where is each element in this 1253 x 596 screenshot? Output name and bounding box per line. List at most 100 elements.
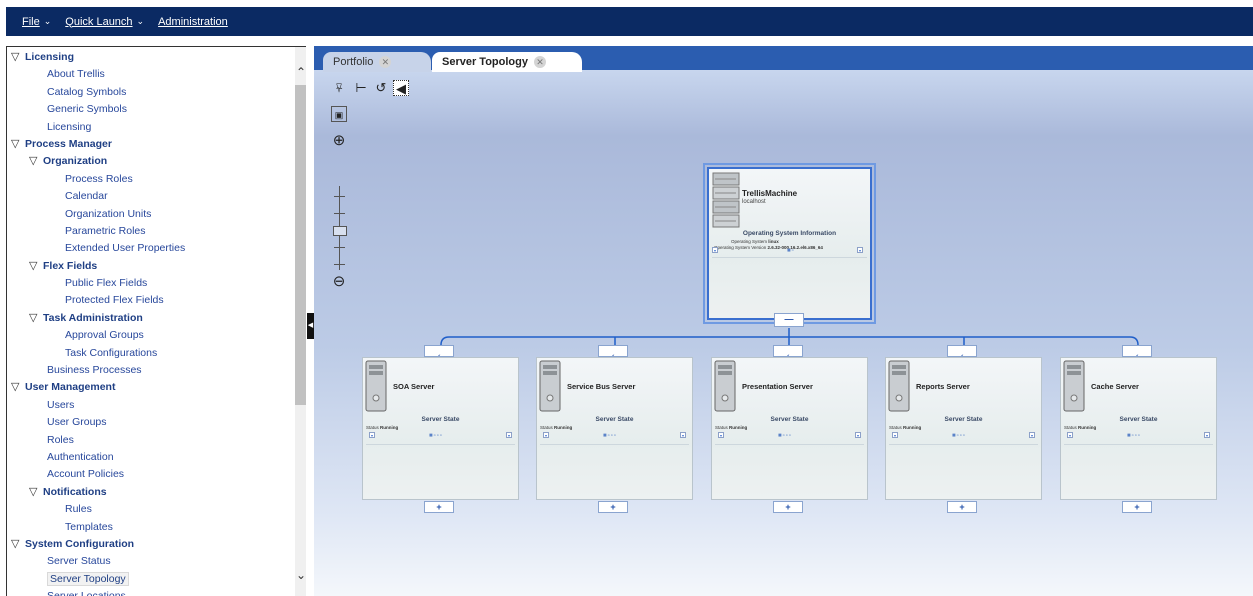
nav-item-user-management[interactable]: ▽ User Management (7, 379, 297, 396)
page-dots: ■▫▫▫ (429, 433, 444, 439)
expand-triangle-icon[interactable]: ▽ (11, 536, 25, 553)
menu-quick-launch[interactable]: Quick Launch ⌄ (65, 16, 144, 28)
expand-button[interactable]: + (424, 501, 454, 513)
nav-item-notifications[interactable]: ▽ Notifications (7, 484, 297, 501)
scroll-left-icon[interactable]: ▾ (712, 247, 718, 253)
scroll-right-icon[interactable]: ▾ (1029, 432, 1035, 438)
connector-anchor[interactable]: ˏ (598, 345, 628, 357)
nav-item-account-policies[interactable]: Account Policies (7, 466, 297, 483)
server-node[interactable]: Service Bus Server Server State Status Run… (536, 357, 693, 500)
nav-item-licensing[interactable]: Licensing (7, 119, 297, 136)
nav-item-process-manager[interactable]: ▽ Process Manager (7, 136, 297, 153)
expand-triangle-icon[interactable]: ▽ (11, 136, 25, 153)
nav-item-calendar[interactable]: Calendar (7, 188, 297, 205)
server-node[interactable]: Presentation Server Server State Status Ru… (711, 357, 868, 500)
scroll-left-icon[interactable]: ▾ (543, 432, 549, 438)
menu-bar: File ⌄ Quick Launch ⌄ Administration (6, 7, 1253, 36)
nav-item-system-configuration[interactable]: ▽ System Configuration (7, 536, 297, 553)
nav-item-protected-flex-fields[interactable]: Protected Flex Fields (7, 292, 297, 309)
menu-administration[interactable]: Administration (158, 16, 228, 28)
expand-triangle-icon[interactable]: ▽ (11, 49, 25, 66)
nav-item-server-topology[interactable]: Server Topology (7, 571, 297, 588)
server-node[interactable]: Reports Server Server State Status Running… (885, 357, 1042, 500)
expand-triangle-icon[interactable]: ▽ (29, 153, 43, 170)
machine-title: TrellisMachine (742, 189, 798, 198)
scroll-left-icon[interactable]: ▾ (718, 432, 724, 438)
nav-item-generic-symbols[interactable]: Generic Symbols (7, 101, 297, 118)
nav-item-server-status[interactable]: Server Status (7, 553, 297, 570)
nav-item-label: Organization Units (65, 207, 152, 220)
nav-item-licensing[interactable]: ▽ Licensing (7, 49, 297, 66)
nav-item-label: Task Configurations (65, 346, 158, 359)
nav-item-label: Public Flex Fields (65, 277, 148, 290)
scroll-left-icon[interactable]: ▾ (892, 432, 898, 438)
status-label: Status (366, 425, 379, 430)
server-node[interactable]: Cache Server Server State Status Running ▾ ▾… (1060, 357, 1217, 500)
divider (366, 444, 515, 445)
nav-item-catalog-symbols[interactable]: Catalog Symbols (7, 84, 297, 101)
scroll-right-icon[interactable]: ▾ (680, 432, 686, 438)
nav-item-user-groups[interactable]: User Groups (7, 414, 297, 431)
nav-item-label: Account Policies (47, 468, 125, 481)
nav-item-extended-user-properties[interactable]: Extended User Properties (7, 240, 297, 257)
expand-button[interactable]: + (1122, 501, 1152, 513)
server-section-title: Server State (944, 416, 983, 423)
nav-item-public-flex-fields[interactable]: Public Flex Fields (7, 275, 297, 292)
nav-item-organization[interactable]: ▽ Organization (7, 153, 297, 170)
chevron-down-icon: ⌄ (43, 16, 52, 26)
status-row: Status Running (715, 425, 747, 430)
nav-item-organization-units[interactable]: Organization Units (7, 206, 297, 223)
server-name: Presentation Server (742, 382, 813, 391)
connector-anchor[interactable]: ˏ (947, 345, 977, 357)
navigation-list: ▽ Licensing About Trellis Catalog Symbols Ge… (7, 49, 297, 596)
server-name: Cache Server (1091, 382, 1139, 391)
nav-item-task-configurations[interactable]: Task Configurations (7, 345, 297, 362)
nav-item-parametric-roles[interactable]: Parametric Roles (7, 223, 297, 240)
expand-button[interactable]: + (773, 501, 803, 513)
nav-item-users[interactable]: Users (7, 397, 297, 414)
nav-scrollbar[interactable]: ⌃ ⌄ (295, 47, 306, 596)
scrollbar-thumb[interactable] (295, 85, 306, 405)
scroll-left-icon[interactable]: ▾ (1067, 432, 1073, 438)
connector-anchor[interactable]: ˏ (424, 345, 454, 357)
scroll-right-icon[interactable]: ▾ (1204, 432, 1210, 438)
nav-item-task-administration[interactable]: ▽ Task Administration (7, 310, 297, 327)
page-dots: ■▫▫▫ (603, 433, 618, 439)
collapse-button[interactable]: — (774, 313, 804, 327)
menu-file[interactable]: File ⌄ (22, 16, 51, 28)
nav-item-business-processes[interactable]: Business Processes (7, 362, 297, 379)
scroll-right-icon[interactable]: ▾ (506, 432, 512, 438)
collapse-left-icon[interactable]: ◀ (307, 313, 314, 339)
nav-item-templates[interactable]: Templates (7, 519, 297, 536)
scroll-left-icon[interactable]: ▾ (369, 432, 375, 438)
scroll-up-icon[interactable]: ⌃ (295, 65, 306, 79)
server-section-title: Server State (595, 416, 634, 423)
scroll-down-icon[interactable]: ⌄ (295, 568, 306, 582)
status-row: Status Running (540, 425, 572, 430)
nav-item-rules[interactable]: Rules (7, 501, 297, 518)
expand-triangle-icon[interactable]: ▽ (29, 484, 43, 501)
connector-anchor[interactable]: ˏ (773, 345, 803, 357)
nav-item-authentication[interactable]: Authentication (7, 449, 297, 466)
navigation-tree: ▽ Licensing About Trellis Catalog Symbols Ge… (6, 46, 306, 596)
expand-button[interactable]: + (598, 501, 628, 513)
status-label: Status (889, 425, 902, 430)
nav-item-server-locations[interactable]: Server Locations (7, 588, 297, 596)
server-node[interactable]: SOA Server Server State Status Running ▾ ▾ ■▫… (362, 357, 519, 500)
expand-triangle-icon[interactable]: ▽ (29, 310, 43, 327)
machine-node[interactable]: TrellisMachine localhost Operating Syste… (707, 167, 872, 320)
nav-item-about-trellis[interactable]: About Trellis (7, 66, 297, 83)
connector-anchor[interactable]: ˏ (1122, 345, 1152, 357)
server-name: Reports Server (916, 382, 970, 391)
nav-item-label: Server Topology (47, 571, 129, 586)
scroll-right-icon[interactable]: ▾ (855, 432, 861, 438)
server-section-title: Server State (770, 416, 809, 423)
scroll-right-icon[interactable]: ▾ (857, 247, 863, 253)
expand-triangle-icon[interactable]: ▽ (29, 258, 43, 275)
nav-item-flex-fields[interactable]: ▽ Flex Fields (7, 258, 297, 275)
nav-item-process-roles[interactable]: Process Roles (7, 171, 297, 188)
expand-triangle-icon[interactable]: ▽ (11, 379, 25, 396)
nav-item-approval-groups[interactable]: Approval Groups (7, 327, 297, 344)
nav-item-roles[interactable]: Roles (7, 432, 297, 449)
expand-button[interactable]: + (947, 501, 977, 513)
